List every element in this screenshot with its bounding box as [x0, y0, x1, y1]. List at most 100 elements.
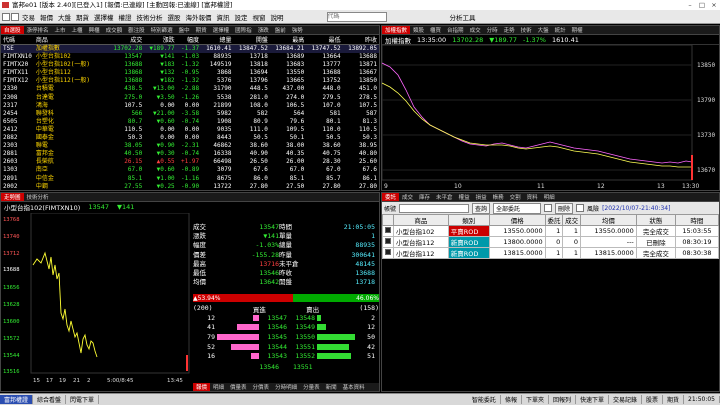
delete-button[interactable]: 刪除 — [555, 202, 574, 214]
tab-account[interactable]: 交割 — [507, 193, 524, 201]
tab-detail[interactable]: 分時明細 — [272, 383, 300, 391]
column-header[interactable]: 漲跌 — [144, 35, 177, 45]
status-button[interactable]: 智能委託 — [468, 395, 501, 404]
column-header[interactable]: 最低 — [306, 35, 343, 45]
tab-chart[interactable]: 技術 — [518, 26, 535, 34]
tab-account[interactable]: 權益 — [456, 193, 473, 201]
tab-account[interactable]: 成交 — [399, 193, 416, 201]
status-button[interactable]: 回報列 — [549, 395, 576, 404]
tab-quote[interactable]: 漲停排名 — [24, 26, 52, 34]
menu-item[interactable]: 技術分析 — [135, 12, 165, 22]
tab-account[interactable]: 未平倉 — [433, 193, 456, 201]
menu-item[interactable]: 報價 — [38, 12, 55, 22]
tab-quote[interactable]: 盤前 — [272, 26, 289, 34]
menu-item[interactable]: 期貨 — [74, 12, 91, 22]
quote-row[interactable]: 2603 長榮航 26.15 ▲0.55 +1.97 66498 26.50 26.00 28.… — [1, 158, 379, 166]
bid-price[interactable]: 13544 — [259, 343, 287, 351]
tab-detail[interactable]: 價量表 — [227, 383, 250, 391]
status-button[interactable]: 條報 — [501, 395, 522, 404]
order-filter-select[interactable]: 全部委託 — [493, 202, 542, 214]
column-header[interactable]: 昨收 — [342, 35, 379, 45]
minimize-icon[interactable]: – — [684, 0, 696, 10]
quote-row[interactable]: 2881 富邦金 40.50 ▼0.30 -0.74 16338 40.90 40.35 40.… — [1, 150, 379, 158]
tab-quote-detail[interactable]: 報價 — [193, 383, 211, 391]
risk-checkbox[interactable] — [576, 204, 585, 212]
tab-index[interactable]: 加權指數 — [382, 26, 411, 34]
ask-price[interactable]: 13549 — [287, 323, 315, 331]
status-button[interactable]: 交易記錄 — [609, 395, 643, 404]
quote-row[interactable]: 1303 南亞 67.0 ▼0.60 -0.89 3079 67.6 67.0 67.0 67.6 — [1, 166, 379, 174]
bid-price[interactable]: 13546 — [259, 323, 287, 331]
menu-item[interactable]: 選股 — [166, 12, 183, 22]
tab-chart[interactable]: 期權 — [569, 26, 586, 34]
tab-technical[interactable]: 技術分析 — [24, 193, 52, 201]
select-all-checkbox[interactable] — [544, 204, 553, 212]
tab-quote[interactable]: 興櫃 — [86, 26, 103, 34]
column-header[interactable]: 類別 — [447, 214, 490, 226]
order-row[interactable]: 小型台指112 新賣ROD 13800.0000 0 0 --- 已刪除 08:30:19 — [382, 236, 719, 248]
column-header[interactable]: 開盤 — [233, 35, 270, 45]
order-checkbox[interactable] — [382, 236, 394, 248]
tab-quote[interactable]: 上市 — [52, 26, 69, 34]
query-button[interactable]: 查詢 — [472, 202, 491, 214]
status-tab[interactable]: 富邦權證 — [0, 395, 34, 404]
menu-item[interactable]: 視窗 — [251, 12, 268, 22]
symbol-search-input[interactable] — [326, 11, 387, 22]
menu-item[interactable]: 大盤 — [56, 12, 73, 22]
tab-trend[interactable]: 走勢圖 — [1, 193, 24, 201]
maximize-icon[interactable]: □ — [696, 0, 708, 10]
tab-detail[interactable]: 分價表 — [250, 383, 273, 391]
quote-row[interactable]: 2891 中信金 85.1 ▼1.00 -1.16 8675 86.0 85.1 85.7 86.… — [1, 175, 379, 183]
menu-item[interactable]: 權證 — [117, 12, 134, 22]
tab-quote[interactable]: 特別篩選 — [148, 26, 176, 34]
tab-detail[interactable]: 分量表 — [300, 383, 323, 391]
column-header[interactable]: 商品 — [33, 35, 108, 45]
tab-quote[interactable]: 成交額 — [103, 26, 126, 34]
column-header[interactable]: 委託 — [544, 214, 564, 226]
tab-orders[interactable]: 委託 — [382, 193, 400, 201]
bid-price[interactable]: 13543 — [259, 352, 287, 360]
menu-item[interactable]: 海外報價 — [184, 12, 214, 22]
tab-detail[interactable]: 明細 — [210, 383, 227, 391]
quote-row[interactable]: FIMTX12 小型台指112(一般) 13688 ▼182 -1.32 5376 1379… — [1, 77, 379, 85]
tab-account[interactable]: 庫存 — [416, 193, 433, 201]
menu-item[interactable]: 資訊 — [215, 12, 232, 22]
toolbar-icon[interactable] — [2, 12, 10, 21]
ask-price[interactable]: 13550 — [287, 333, 315, 341]
tab-chart[interactable]: 類股 — [410, 26, 427, 34]
column-header[interactable]: 成交 — [562, 214, 581, 226]
status-tab[interactable]: 閃電下單 — [66, 395, 100, 404]
depth-row[interactable]: 16 13543 13552 51 — [193, 351, 379, 361]
tab-quote[interactable]: 選擇權 — [210, 26, 233, 34]
bid-price[interactable]: 13545 — [259, 333, 287, 341]
quote-row[interactable]: 2454 聯發科 566 ▼21.00 -3.58 5982 582 564 581 587 — [1, 110, 379, 118]
column-header[interactable]: 時間 — [674, 214, 719, 226]
column-header[interactable]: 商品 — [393, 214, 449, 226]
status-button[interactable]: 期貨 — [663, 395, 685, 404]
order-row[interactable]: 小型台指102 平賣ROD 13550.0000 1 1 13550.0000 完全成交 15… — [382, 225, 719, 237]
ask-price[interactable]: 13552 — [287, 352, 315, 360]
tab-chart[interactable]: 分時 — [484, 26, 501, 34]
menu-item[interactable]: 選擇權 — [92, 12, 116, 22]
status-button[interactable]: 快速下單 — [576, 395, 609, 404]
tab-chart[interactable]: 統計 — [552, 26, 569, 34]
tab-detail[interactable]: 基本資料 — [340, 383, 368, 391]
quote-row[interactable]: TSE 加權指數 13702.28 ▼189.77 -1.37 1610.41 13847.… — [1, 44, 379, 54]
analysis-tools-menu[interactable]: 分析工具 — [448, 12, 478, 22]
order-row[interactable]: 小型台指112 新賣ROD 13815.0000 1 1 13815.0000 完全成交 08… — [382, 247, 719, 259]
tab-account[interactable]: 損益 — [473, 193, 490, 201]
account-select[interactable] — [399, 203, 470, 213]
quote-row[interactable]: 2002 中鋼 27.55 ▼0.25 -0.90 13722 27.80 27.50 27.8… — [1, 183, 379, 190]
close-icon[interactable]: × — [708, 0, 720, 10]
quote-row[interactable]: 2308 台達電 275.0 ▼3.50 -1.26 5538 281.0 274.0 279.… — [1, 94, 379, 102]
column-header[interactable]: 幅度 — [176, 35, 202, 45]
status-tab[interactable]: 綜合看盤 — [33, 395, 67, 404]
quote-row[interactable]: 2303 聯電 38.05 ▼0.90 -2.31 46862 38.60 38.00 38.6… — [1, 142, 379, 150]
tab-quote[interactable]: 期貨 — [193, 26, 210, 34]
column-header[interactable]: 成交 — [107, 35, 145, 45]
column-header[interactable]: 總量 — [201, 35, 234, 45]
tab-watchlist[interactable]: 自選股 — [1, 26, 24, 34]
ask-price[interactable]: 13551 — [287, 343, 315, 351]
depth-row[interactable]: 52 13544 13551 42 — [193, 342, 379, 352]
quote-row[interactable]: 2412 中華電 110.5 0.00 0.00 9035 111.0 109.5 110.0 1… — [1, 126, 379, 134]
